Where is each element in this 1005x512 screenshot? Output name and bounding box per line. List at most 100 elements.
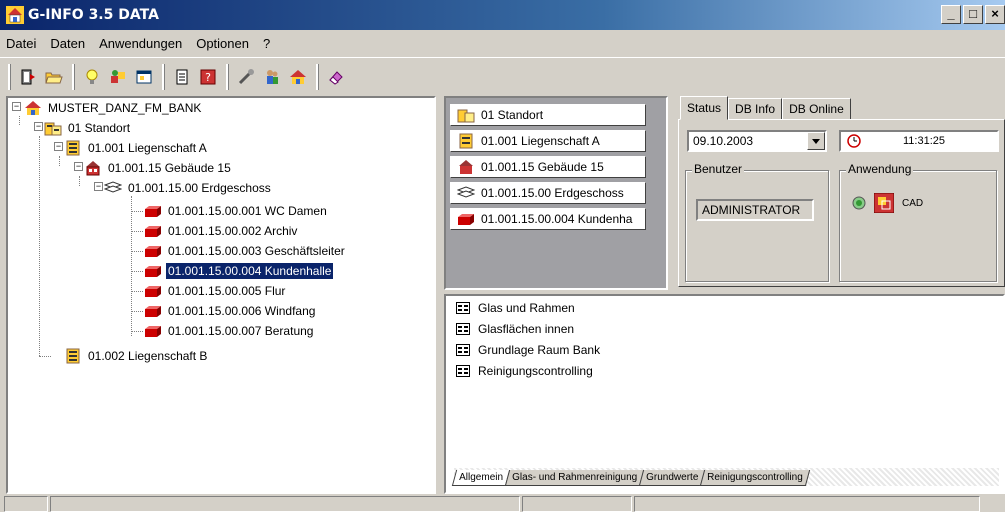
menu-datei[interactable]: Datei [6,36,36,51]
help-icon: ? [200,69,216,85]
attribute-list[interactable]: Glas und Rahmen Glasflächen innen Grundl… [444,294,1005,494]
user-field: ADMINISTRATOR [696,199,814,221]
status-bar [0,496,1005,512]
collapse-toggle[interactable]: − [34,122,43,131]
tree-node-room[interactable]: 01.001.15.00.007 Beratung [144,321,315,341]
tab-glas-rahmenreinigung[interactable]: Glas- und Rahmenreinigung [504,470,645,486]
collapse-toggle[interactable]: − [54,142,63,151]
tree-node-room-selected[interactable]: 01.001.15.00.004 Kundenhalle [144,261,335,281]
eraser-icon [329,71,343,85]
room-icon [458,214,474,225]
eraser-button[interactable] [326,67,346,87]
tree-node-room[interactable]: 01.001.15.00.005 Flur [144,281,287,301]
building-icon [66,348,80,364]
lightbulb-icon [86,69,98,84]
tab-db-online[interactable]: DB Online [782,98,851,120]
status-tab-body: 09.10.2003 11:31:25 Benutzer ADMINISTRAT… [678,119,1005,287]
tab-allgemein[interactable]: Allgemein [451,470,511,486]
document-button[interactable] [172,67,192,87]
menu-anwendungen[interactable]: Anwendungen [99,36,182,51]
exit-button[interactable] [18,67,38,87]
tree-node-gebaeude-15[interactable]: 01.001.15 Gebäude 15 [84,158,233,178]
tree-node-room[interactable]: 01.001.15.00.003 Geschäftsleiter [144,241,347,261]
list-item[interactable]: Glasflächen innen [456,319,574,339]
lightbulb-button[interactable] [82,67,102,87]
status-cell [634,496,980,512]
open-button[interactable] [44,67,64,87]
status-cell [4,496,48,512]
room-icon [145,286,161,297]
tab-status[interactable]: Status [680,96,729,120]
tree-node-liegenschaft-b[interactable]: 01.002 Liegenschaft B [64,346,209,366]
objects-button[interactable] [108,67,128,87]
title-bar: G-INFO 3.5 DATA _ □ × [0,0,1005,30]
tree-node-room[interactable]: 01.001.15.00.002 Archiv [144,221,299,241]
house-red-icon [86,161,100,176]
collapse-toggle[interactable]: − [94,182,103,191]
form-icon [456,302,470,314]
form-icon [456,344,470,356]
window-button[interactable] [134,67,154,87]
room-icon [145,306,161,317]
menu-help[interactable]: ? [263,36,270,51]
tab-grundwerte[interactable]: Grundwerte [638,470,706,486]
minimize-button[interactable]: _ [941,5,961,24]
status-panel: Status DB Info DB Online 09.10.2003 11:3… [676,96,1005,290]
list-item[interactable]: Reinigungscontrolling [456,361,593,381]
close-button[interactable]: × [985,5,1005,24]
open-folder-icon [45,72,63,84]
tree-view[interactable]: − − − − − MUSTER_DANZ_FM_BANK 01 Standor… [6,96,436,494]
people-button[interactable] [262,67,282,87]
window-title: G-INFO 3.5 DATA [28,7,159,23]
tab-reinigungscontrolling[interactable]: Reinigungscontrolling [700,470,811,486]
window-icon [136,70,152,84]
maximize-button[interactable]: □ [963,5,983,24]
tree-node-liegenschaft-a[interactable]: 01.001 Liegenschaft A [64,138,209,158]
floor-icon [457,186,475,198]
toolbar-group-file [8,64,72,90]
room-icon [145,326,161,337]
toolbar-group-view [72,64,162,90]
home-button[interactable] [288,67,308,87]
status-cell [50,496,520,512]
toolbar: ? [4,60,1004,94]
room-icon [145,246,161,257]
tree-node-room[interactable]: 01.001.15.00.001 WC Damen [144,201,329,221]
buildings-icon [44,122,62,136]
menu-optionen[interactable]: Optionen [196,36,249,51]
crumb-room[interactable]: 01.001.15.00.004 Kundenha [450,208,646,230]
document-icon [176,69,188,85]
date-select[interactable]: 09.10.2003 [687,130,827,152]
cad-app-icon[interactable] [874,193,894,213]
user-group: Benutzer ADMINISTRATOR [685,162,829,282]
crumb-gebaeude[interactable]: 01.001.15 Gebäude 15 [450,156,646,178]
house-red-icon [459,160,473,174]
toolbar-group-edit [316,64,354,90]
dropdown-button[interactable] [807,132,825,150]
status-cell [522,496,632,512]
tools-button[interactable] [236,67,256,87]
path-breadcrumb: 01 Standort 01.001 Liegenschaft A 01.001… [444,96,668,290]
help-button[interactable]: ? [198,67,218,87]
house-icon [25,101,41,115]
collapse-toggle[interactable]: − [12,102,21,111]
crumb-liegenschaft[interactable]: 01.001 Liegenschaft A [450,130,646,152]
crumb-erdgeschoss[interactable]: 01.001.15.00 Erdgeschoss [450,182,646,204]
list-item[interactable]: Grundlage Raum Bank [456,340,600,360]
buildings-icon [457,109,475,123]
tab-db-info[interactable]: DB Info [728,98,783,120]
building-icon [66,140,80,156]
tree-node-standort[interactable]: 01 Standort [44,118,132,138]
crumb-standort[interactable]: 01 Standort [450,104,646,126]
collapse-toggle[interactable]: − [74,162,83,171]
tree-node-room[interactable]: 01.001.15.00.006 Windfang [144,301,317,321]
tree-node-erdgeschoss[interactable]: 01.001.15.00 Erdgeschoss [104,178,273,198]
clock-icon [847,134,861,148]
toolbar-group-docs: ? [162,64,226,90]
form-icon [456,323,470,335]
tree-node-root[interactable]: MUSTER_DANZ_FM_BANK [24,98,203,118]
time-display: 11:31:25 [839,130,999,152]
list-item[interactable]: Glas und Rahmen [456,298,575,318]
menu-daten[interactable]: Daten [50,36,85,51]
cad-label: CAD [902,197,924,209]
